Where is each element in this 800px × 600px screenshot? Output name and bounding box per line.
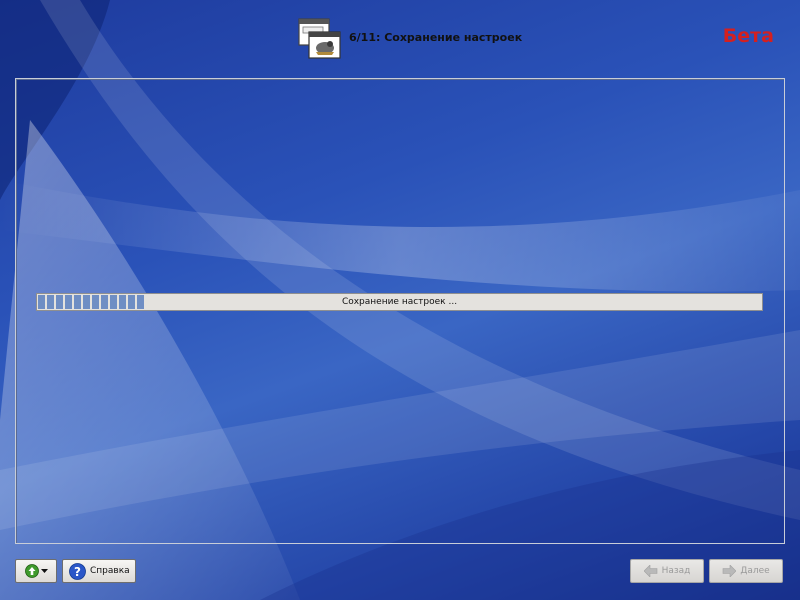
back-button-label: Назад [661,566,691,576]
help-button[interactable]: ? Справка [62,559,136,583]
svg-text:?: ? [74,565,81,579]
installer-screen: 6/11: Сохранение настроек Бета Сохранени… [0,0,800,600]
installer-window-icon [298,18,341,59]
progress-bar: Сохранение настроек ... [36,293,763,311]
chevron-down-icon [40,569,48,573]
progress-label: Сохранение настроек ... [341,297,458,307]
step-title: 6/11: Сохранение настроек [349,31,523,44]
next-button[interactable]: Далее [709,559,783,583]
back-button[interactable]: Назад [630,559,704,583]
tools-menu-button[interactable] [15,559,57,583]
next-button-label: Далее [740,566,770,576]
next-arrow-icon [723,565,737,577]
help-button-label: Справка [90,566,130,576]
green-up-arrow-icon [24,564,39,578]
beta-badge: Бета [722,25,774,47]
content-frame [15,78,785,544]
help-icon: ? [69,562,86,580]
back-arrow-icon [643,565,657,577]
